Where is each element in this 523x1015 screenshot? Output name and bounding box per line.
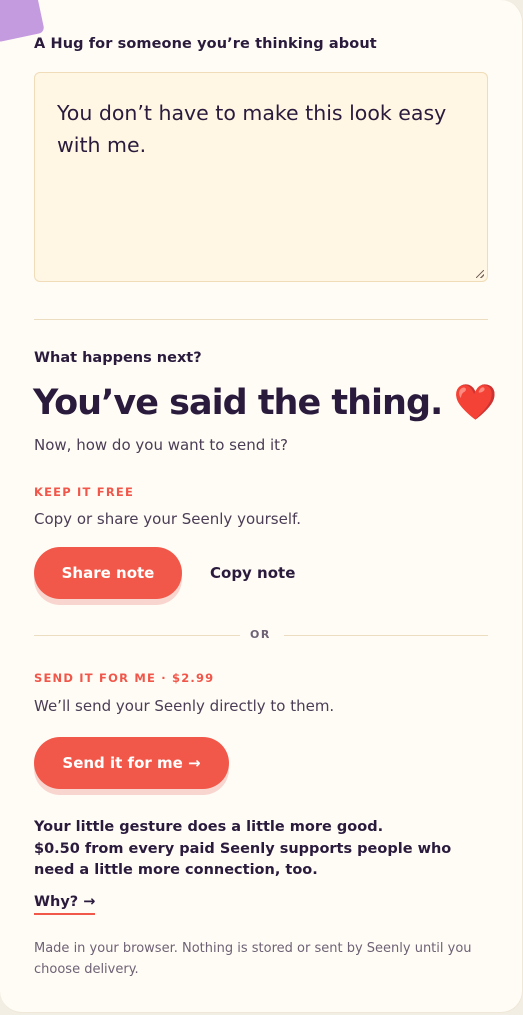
share-note-button[interactable]: Share note: [34, 547, 182, 599]
section-divider: [34, 319, 488, 320]
seenly-card: A Hug for someone you’re thinking about …: [0, 0, 523, 1013]
or-divider-line-left: [34, 635, 240, 636]
headline-text: You’ve said the thing.: [33, 383, 443, 423]
heart-icon: ❤️: [453, 383, 497, 423]
or-divider-text: OR: [250, 628, 271, 641]
paid-option-description: We’ll send your Seenly directly to them.: [34, 697, 335, 715]
why-link[interactable]: Why? →: [34, 894, 96, 915]
note-text[interactable]: You don’t have to make this look easy wi…: [57, 101, 446, 157]
send-it-for-me-button[interactable]: Send it for me →: [34, 737, 229, 789]
impact-line-2: $0.50 from every paid Seenly supports pe…: [34, 840, 452, 879]
or-divider-line-right: [284, 635, 488, 636]
resize-grip-icon[interactable]: [476, 270, 484, 278]
paid-option-tag: SEND IT FOR ME · $2.99: [34, 671, 215, 685]
free-option-description: Copy or share your Seenly yourself.: [34, 510, 301, 528]
note-textarea[interactable]: You don’t have to make this look easy wi…: [34, 72, 488, 282]
next-steps-label: What happens next?: [34, 350, 202, 366]
impact-message: Your little gesture does a little more g…: [34, 817, 474, 882]
delivery-question: Now, how do you want to send it?: [34, 436, 289, 454]
privacy-footnote: Made in your browser. Nothing is stored …: [34, 941, 472, 977]
copy-note-button[interactable]: Copy note: [210, 564, 295, 582]
page-headline: You’ve said the thing. ❤️: [33, 382, 497, 423]
or-divider: OR: [34, 626, 488, 644]
impact-line-1: Your little gesture does a little more g…: [34, 819, 384, 835]
free-option-tag: KEEP IT FREE: [34, 485, 135, 499]
note-field-label: A Hug for someone you’re thinking about: [34, 36, 377, 52]
